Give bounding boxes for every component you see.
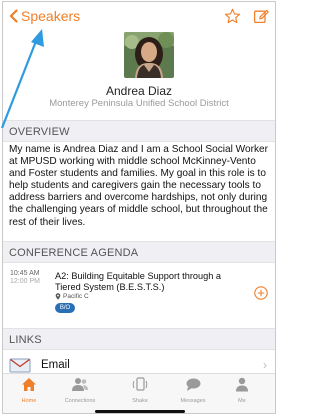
home-icon xyxy=(4,377,54,397)
link-email-label: Email xyxy=(41,359,70,371)
nav-bar: Speakers xyxy=(3,2,275,32)
favorite-star-button[interactable] xyxy=(224,8,241,29)
speaker-bio: My name is Andrea Diaz and I am a School… xyxy=(9,144,269,228)
edit-note-icon xyxy=(253,9,269,24)
session-title: A2: Building Equitable Support through a… xyxy=(55,271,222,292)
tab-messages[interactable]: Messages xyxy=(168,377,218,404)
tab-shake[interactable]: Shake xyxy=(115,377,165,404)
tab-home-label: Home xyxy=(21,398,37,404)
me-icon xyxy=(217,377,267,397)
agenda-item[interactable]: 10:45 AM 12:00 PM A2: Building Equitable… xyxy=(3,263,275,319)
speaker-name: Andrea Diaz xyxy=(105,84,173,98)
back-button[interactable]: Speakers xyxy=(9,8,80,24)
messages-icon xyxy=(168,377,218,397)
session-end-time: 12:00 PM xyxy=(10,278,40,285)
speaker-photo xyxy=(124,32,174,78)
tab-me[interactable]: Me xyxy=(217,377,267,404)
session-track-badge: B/O xyxy=(55,303,75,313)
overview-header: OVERVIEW xyxy=(3,120,275,142)
session-location-label: Pacific C xyxy=(63,293,89,300)
session-location: Pacific C xyxy=(55,293,89,300)
tab-connections[interactable]: Connections xyxy=(55,377,105,404)
tab-connections-label: Connections xyxy=(64,398,96,404)
back-label: Speakers xyxy=(21,8,81,24)
add-to-schedule-button[interactable] xyxy=(254,286,268,305)
add-circle-icon xyxy=(254,286,268,300)
conference-agenda-header: CONFERENCE AGENDA xyxy=(3,241,275,263)
session-start-time: 10:45 AM xyxy=(10,270,40,277)
session-time: 10:45 AM 12:00 PM xyxy=(10,270,40,286)
tab-messages-label: Messages xyxy=(180,398,206,404)
tab-bar: Home Connections Shake Messages Me xyxy=(3,373,275,413)
tab-me-label: Me xyxy=(238,398,246,404)
chevron-right-icon: › xyxy=(263,358,267,372)
app-screen: Speakers Andrea Diaz Monterey Peninsula … xyxy=(2,1,276,414)
star-icon xyxy=(224,8,241,24)
tab-home[interactable]: Home xyxy=(4,377,54,404)
note-edit-button[interactable] xyxy=(253,8,269,29)
location-pin-icon xyxy=(55,293,61,300)
shake-icon xyxy=(115,377,165,397)
tab-shake-label: Shake xyxy=(132,398,148,404)
home-indicator xyxy=(95,410,185,413)
connections-icon xyxy=(55,377,105,397)
chevron-left-icon xyxy=(9,9,18,23)
speaker-organization: Monterey Peninsula Unified School Distri… xyxy=(49,98,229,109)
links-header: LINKS xyxy=(3,328,275,350)
